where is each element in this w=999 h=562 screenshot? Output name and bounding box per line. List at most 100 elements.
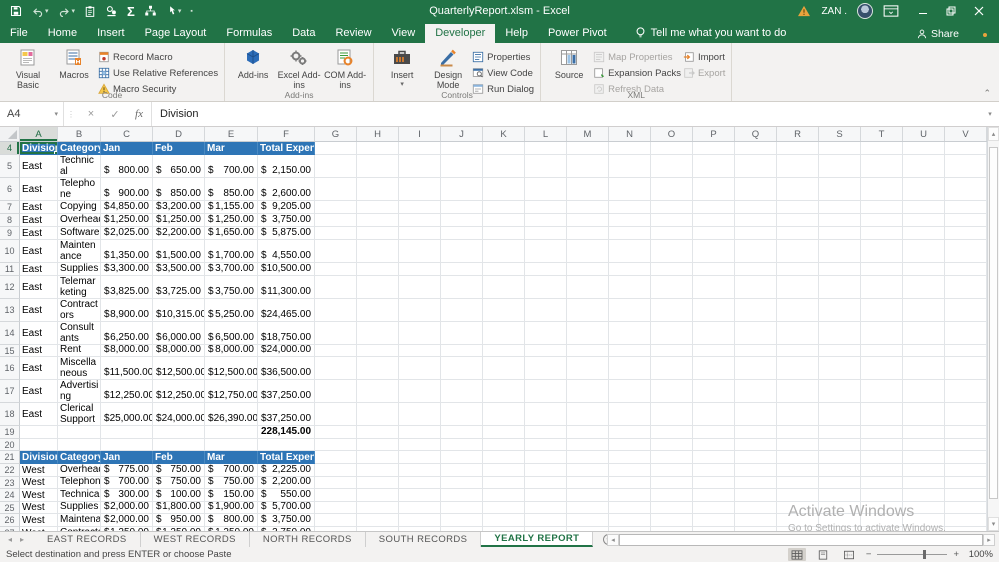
column-header-M[interactable]: M xyxy=(567,127,609,141)
cell-E7[interactable]: $1,155.00 xyxy=(205,201,258,214)
cell-P8[interactable] xyxy=(693,214,735,227)
customize-qat-button[interactable]: ▪ xyxy=(190,8,192,15)
cell-M20[interactable] xyxy=(567,439,609,451)
cell-H7[interactable] xyxy=(357,201,399,214)
cell-J9[interactable] xyxy=(441,227,483,240)
cell-K9[interactable] xyxy=(483,227,525,240)
cell-Q5[interactable] xyxy=(735,155,777,178)
cell-R19[interactable] xyxy=(777,426,819,439)
cell-H12[interactable] xyxy=(357,276,399,299)
cell-Q25[interactable] xyxy=(735,502,777,514)
cell-G18[interactable] xyxy=(315,403,357,426)
cell-P4[interactable] xyxy=(693,142,735,155)
collapse-ribbon-icon[interactable]: ⌃ xyxy=(983,88,991,99)
cell-V16[interactable] xyxy=(945,357,987,380)
cell-O24[interactable] xyxy=(651,489,693,502)
cell-O21[interactable] xyxy=(651,451,693,464)
cell-A9[interactable]: East xyxy=(20,227,58,240)
restore-button[interactable] xyxy=(937,0,965,22)
cell-U18[interactable] xyxy=(903,403,945,426)
column-header-J[interactable]: J xyxy=(441,127,483,141)
cell-M21[interactable] xyxy=(567,451,609,464)
cell-K20[interactable] xyxy=(483,439,525,451)
cell-C26[interactable]: $2,000.00 xyxy=(101,514,153,527)
cell-M22[interactable] xyxy=(567,464,609,477)
record-macro-button[interactable]: Record Macro xyxy=(98,50,218,64)
column-header-E[interactable]: E xyxy=(205,127,258,141)
cell-B13[interactable]: Contractors xyxy=(58,299,101,322)
cell-L21[interactable] xyxy=(525,451,567,464)
cell-Q7[interactable] xyxy=(735,201,777,214)
cell-V17[interactable] xyxy=(945,380,987,403)
cell-A4[interactable]: Division xyxy=(20,142,58,155)
cell-I17[interactable] xyxy=(399,380,441,403)
cell-E20[interactable] xyxy=(205,439,258,451)
cell-D16[interactable]: $12,500.00 xyxy=(153,357,205,380)
cell-N6[interactable] xyxy=(609,178,651,201)
cell-B10[interactable]: Maintenance xyxy=(58,240,101,263)
cell-E18[interactable]: $26,390.00 xyxy=(205,403,258,426)
cell-R10[interactable] xyxy=(777,240,819,263)
cell-I21[interactable] xyxy=(399,451,441,464)
cell-B8[interactable]: Overhead xyxy=(58,214,101,227)
cell-T9[interactable] xyxy=(861,227,903,240)
cell-R20[interactable] xyxy=(777,439,819,451)
cell-L11[interactable] xyxy=(525,263,567,276)
cell-I11[interactable] xyxy=(399,263,441,276)
vertical-scrollbar[interactable]: ▴ ▾ xyxy=(987,127,999,531)
cell-F7[interactable]: $9,205.00 xyxy=(258,201,315,214)
cell-J19[interactable] xyxy=(441,426,483,439)
cell-E11[interactable]: $3,700.00 xyxy=(205,263,258,276)
cell-D9[interactable]: $2,200.00 xyxy=(153,227,205,240)
sheet-tab-north-records[interactable]: NORTH RECORDS xyxy=(250,532,366,547)
row-header-24[interactable]: 24 xyxy=(0,489,20,502)
cell-U25[interactable] xyxy=(903,502,945,514)
cell-H14[interactable] xyxy=(357,322,399,345)
cell-M19[interactable] xyxy=(567,426,609,439)
cell-R5[interactable] xyxy=(777,155,819,178)
cell-R6[interactable] xyxy=(777,178,819,201)
cell-U9[interactable] xyxy=(903,227,945,240)
cell-B21[interactable]: Category xyxy=(58,451,101,464)
redo-button[interactable]: ▾ xyxy=(58,6,75,17)
cell-N8[interactable] xyxy=(609,214,651,227)
sheet-nav-right-icon[interactable]: ▸ xyxy=(20,535,24,544)
cell-D5[interactable]: $650.00 xyxy=(153,155,205,178)
cell-I15[interactable] xyxy=(399,345,441,357)
cell-M10[interactable] xyxy=(567,240,609,263)
cell-S10[interactable] xyxy=(819,240,861,263)
cell-K18[interactable] xyxy=(483,403,525,426)
cell-C5[interactable]: $800.00 xyxy=(101,155,153,178)
cell-Q21[interactable] xyxy=(735,451,777,464)
cell-A24[interactable]: West xyxy=(20,489,58,502)
cell-O11[interactable] xyxy=(651,263,693,276)
cell-P17[interactable] xyxy=(693,380,735,403)
cell-M12[interactable] xyxy=(567,276,609,299)
column-header-F[interactable]: F xyxy=(258,127,315,141)
cell-T20[interactable] xyxy=(861,439,903,451)
cell-V7[interactable] xyxy=(945,201,987,214)
cell-O19[interactable] xyxy=(651,426,693,439)
cell-B22[interactable]: Overhead xyxy=(58,464,101,477)
ribbon-tab-review[interactable]: Review xyxy=(325,24,381,43)
cell-D20[interactable] xyxy=(153,439,205,451)
cell-R14[interactable] xyxy=(777,322,819,345)
cell-V10[interactable] xyxy=(945,240,987,263)
column-header-H[interactable]: H xyxy=(357,127,399,141)
cell-J5[interactable] xyxy=(441,155,483,178)
cell-S16[interactable] xyxy=(819,357,861,380)
cell-D21[interactable]: Feb xyxy=(153,451,205,464)
cell-O6[interactable] xyxy=(651,178,693,201)
cell-A5[interactable]: East xyxy=(20,155,58,178)
cell-M13[interactable] xyxy=(567,299,609,322)
view-code-button[interactable]: View Code xyxy=(472,66,534,80)
cell-T12[interactable] xyxy=(861,276,903,299)
cell-J16[interactable] xyxy=(441,357,483,380)
cell-O10[interactable] xyxy=(651,240,693,263)
cell-L10[interactable] xyxy=(525,240,567,263)
cell-Q11[interactable] xyxy=(735,263,777,276)
row-header-19[interactable]: 19 xyxy=(0,426,20,439)
cell-U13[interactable] xyxy=(903,299,945,322)
cell-V6[interactable] xyxy=(945,178,987,201)
column-header-R[interactable]: R xyxy=(777,127,819,141)
